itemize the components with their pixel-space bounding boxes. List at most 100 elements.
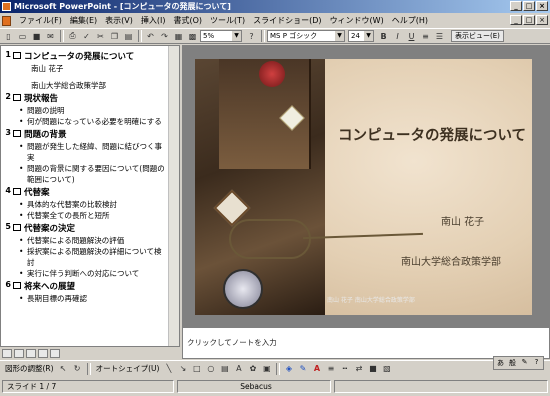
ime-kana-icon[interactable]: 般 [507, 358, 518, 368]
print-icon[interactable]: ⎙ [66, 30, 79, 43]
help-icon[interactable]: ? [245, 30, 258, 43]
copy-icon[interactable]: ❐ [108, 30, 121, 43]
outline-slide-5[interactable]: 5 代替案の決定代替案による問題解決の評価採択案による問題解決の詳細について検討実… [3, 222, 179, 279]
outline-slide-6[interactable]: 6 将来への展望長期目標の再確認 [3, 280, 179, 304]
slide-icon[interactable] [13, 130, 21, 137]
outline-bullet[interactable]: 何が問題になっている必要を明確にする [3, 116, 179, 127]
line-color-icon[interactable]: ✎ [296, 362, 309, 375]
ime-mode-icon[interactable]: あ [495, 358, 506, 368]
ime-pad-icon[interactable]: ✎ [519, 358, 530, 368]
outline-bullet[interactable]: 問題の説明 [3, 105, 179, 116]
save-icon[interactable]: ■ [30, 30, 43, 43]
undo-icon[interactable]: ↶ [144, 30, 157, 43]
bold-icon[interactable]: B [377, 30, 390, 43]
font-size-select[interactable]: 24 ▼ [348, 30, 374, 42]
outline-bullet[interactable]: 実行に伴う判断への対応について [3, 268, 179, 279]
notes-pane[interactable]: クリックしてノートを入力 [182, 327, 550, 359]
outline-bullet[interactable]: 代替案全ての長所と短所 [3, 210, 179, 221]
outline-scrollbar[interactable] [168, 46, 179, 346]
close-button[interactable]: × [536, 1, 548, 11]
slide-icon[interactable] [13, 52, 21, 59]
dash-style-icon[interactable]: ┅ [338, 362, 351, 375]
outline-bullet[interactable]: 代替案による問題解決の評価 [3, 235, 179, 246]
slide-icon[interactable] [13, 94, 21, 101]
slide-canvas[interactable]: コンピュータの発展について 南山 花子 南山大学総合政策学部 南山 花子 南山大… [195, 59, 532, 315]
notes-placeholder[interactable]: クリックしてノートを入力 [187, 337, 277, 348]
outline-slide-title-row[interactable]: 3 問題の背景 [3, 128, 179, 141]
slide-icon[interactable] [13, 188, 21, 195]
menu-insert[interactable]: 挿入(I) [137, 13, 170, 28]
outline-slide-2[interactable]: 2 現状報告問題の説明何が問題になっている必要を明確にする [3, 92, 179, 127]
cut-icon[interactable]: ✂ [94, 30, 107, 43]
menu-window[interactable]: ウィンドウ(W) [326, 13, 388, 28]
doc-minimize-button[interactable]: _ [510, 15, 522, 25]
line-icon[interactable]: ╲ [162, 362, 175, 375]
outline-slide-4[interactable]: 4 代替案具体的な代替案の比較検討代替案全ての長所と短所 [3, 186, 179, 221]
document-icon[interactable] [2, 15, 11, 26]
outline-text-line[interactable]: 南山大学総合政策学部 [3, 80, 179, 91]
menu-view[interactable]: 表示(V) [101, 13, 137, 28]
italic-icon[interactable]: I [391, 30, 404, 43]
redo-icon[interactable]: ↷ [158, 30, 171, 43]
outline-slide-title-row[interactable]: 6 将来への展望 [3, 280, 179, 293]
outline-slide-title[interactable]: 問題の背景 [24, 128, 67, 140]
display-view-button[interactable]: 表示ビュー(E) [451, 30, 504, 42]
outline-slide-title-row[interactable]: 5 代替案の決定 [3, 222, 179, 235]
new-icon[interactable]: ▯ [2, 30, 15, 43]
insert-chart-icon[interactable]: ▦ [172, 30, 185, 43]
outline-view-icon[interactable] [14, 348, 24, 358]
slide-icon[interactable] [13, 224, 21, 231]
outline-slide-title[interactable]: 現状報告 [24, 92, 58, 104]
open-icon[interactable]: ▭ [16, 30, 29, 43]
menu-tools[interactable]: ツール(T) [206, 13, 249, 28]
outline-slide-title-row[interactable]: 2 現状報告 [3, 92, 179, 105]
font-select[interactable]: MS P ゴシック ▼ [267, 30, 345, 42]
slideshow-view-icon[interactable] [50, 348, 60, 358]
outline-slide-3[interactable]: 3 問題の背景問題が発生した経緯、問題に結びつく事実問題の背景に関する要因について… [3, 128, 179, 185]
outline-slide-1[interactable]: 1 コンピュータの発展について 南山 花子南山大学総合政策学部 [3, 50, 179, 91]
menu-help[interactable]: ヘルプ(H) [388, 13, 432, 28]
outline-slide-title[interactable]: 代替案 [24, 186, 50, 198]
outline-bullet[interactable]: 問題が発生した経緯、問題に結びつく事実 [3, 141, 179, 163]
doc-close-button[interactable]: × [536, 15, 548, 25]
arrow-style-icon[interactable]: ⇄ [352, 362, 365, 375]
outline-slide-title[interactable]: 将来への展望 [24, 280, 75, 292]
draw-menu-button[interactable]: 図形の調整(R) [2, 363, 57, 374]
oval-icon[interactable]: ○ [204, 362, 217, 375]
font-color-icon[interactable]: A [310, 362, 323, 375]
underline-icon[interactable]: U [405, 30, 418, 43]
rotate-icon[interactable]: ↻ [71, 362, 84, 375]
slide-affiliation[interactable]: 南山大学総合政策学部 [401, 253, 501, 268]
slide-title[interactable]: コンピュータの発展について [335, 125, 529, 147]
menu-format[interactable]: 書式(O) [169, 13, 206, 28]
align-center-icon[interactable]: ☰ [433, 30, 446, 43]
paste-icon[interactable]: ▤ [122, 30, 135, 43]
line-style-icon[interactable]: ≡ [324, 362, 337, 375]
textbox-icon[interactable]: ▤ [218, 362, 231, 375]
menu-slideshow[interactable]: スライドショー(D) [249, 13, 325, 28]
sorter-view-icon[interactable] [38, 348, 48, 358]
menu-file[interactable]: ファイル(F) [15, 13, 66, 28]
3d-icon[interactable]: ▧ [380, 362, 393, 375]
spellcheck-icon[interactable]: ✓ [80, 30, 93, 43]
rectangle-icon[interactable]: □ [190, 362, 203, 375]
outline-slide-title-row[interactable]: 1 コンピュータの発展について [3, 50, 179, 63]
picture-icon[interactable]: ▣ [260, 362, 273, 375]
autoshapes-menu[interactable]: オートシェイプ(U) [93, 363, 163, 374]
email-icon[interactable]: ✉ [44, 30, 57, 43]
outline-slide-title[interactable]: コンピュータの発展について [24, 50, 134, 62]
menu-edit[interactable]: 編集(E) [66, 13, 101, 28]
shadow-icon[interactable]: ■ [366, 362, 379, 375]
maximize-button[interactable]: □ [523, 1, 535, 11]
outline-text-line[interactable]: 南山 花子 [3, 63, 179, 74]
zoom-select[interactable]: 5% ▼ [200, 30, 242, 42]
outline-slide-title-row[interactable]: 4 代替案 [3, 186, 179, 199]
outline-bullet[interactable]: 問題の背景に関する要因について(問題の範囲について) [3, 163, 179, 185]
align-left-icon[interactable]: ≡ [419, 30, 432, 43]
select-pointer-icon[interactable]: ↖ [57, 362, 70, 375]
ime-help-icon[interactable]: ? [531, 358, 542, 368]
slide-view-icon[interactable] [26, 348, 36, 358]
outline-pane[interactable]: 1 コンピュータの発展について南山 花子南山大学総合政策学部2 現状報告問題の説明何… [0, 45, 180, 347]
outline-bullet[interactable]: 採択案による問題解決の詳細について検討 [3, 246, 179, 268]
slide-author[interactable]: 南山 花子 [441, 213, 484, 228]
